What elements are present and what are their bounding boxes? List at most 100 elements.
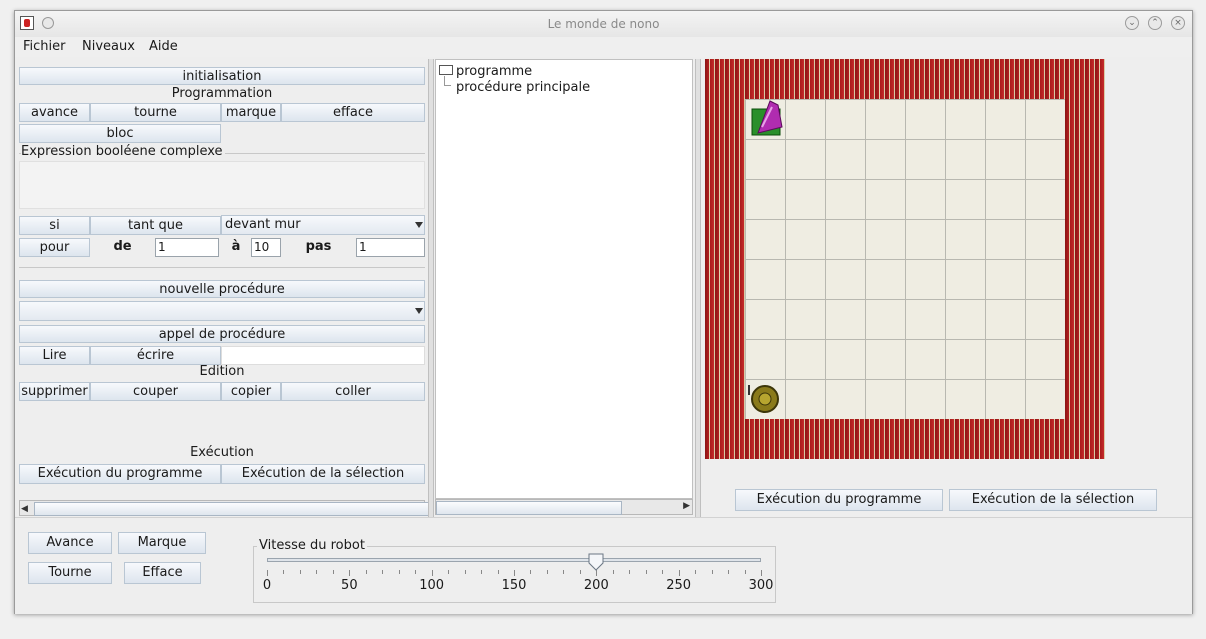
slider-tick — [299, 570, 301, 574]
scroll-left-icon[interactable]: ◀ — [21, 504, 28, 514]
window-title: Le monde de nono — [547, 17, 660, 31]
de-label: de — [113, 239, 132, 254]
a-label: à — [231, 239, 241, 254]
speed-slider[interactable]: 0 50 100 150 200 250 300 — [263, 553, 773, 600]
wall-right — [1065, 99, 1105, 419]
folder-icon — [439, 65, 453, 75]
close-icon[interactable]: × — [1171, 16, 1185, 30]
pour-button[interactable]: pour — [19, 238, 90, 257]
tree-child[interactable]: procédure principale — [456, 80, 590, 95]
scroll-thumb[interactable] — [34, 502, 429, 516]
slider-tick-label: 250 — [666, 578, 692, 593]
slider-tick — [464, 570, 466, 574]
bool-expr-label: Expression booléene complexe — [21, 144, 225, 159]
tree-hscroll[interactable]: ▶ — [435, 499, 693, 515]
wall-top — [705, 59, 1105, 99]
slider-tick — [761, 570, 762, 576]
execution-heading: Exécution — [190, 445, 254, 460]
slider-tick — [695, 570, 697, 574]
a-input[interactable]: 10 — [251, 238, 281, 257]
tree-root[interactable]: programme — [456, 64, 532, 79]
initialisation-button[interactable]: initialisation — [19, 67, 425, 85]
slider-tick — [382, 570, 384, 574]
slider-tick — [744, 570, 746, 574]
slider-tick — [267, 570, 268, 576]
slider-tick-label: 50 — [341, 578, 358, 593]
exec-selection-button[interactable]: Exécution de la sélection — [221, 464, 425, 484]
bloc-button[interactable]: bloc — [19, 124, 221, 143]
pas-label: pas — [305, 239, 332, 254]
splitter[interactable] — [428, 59, 434, 517]
slider-tick — [530, 570, 532, 574]
slider-tick — [728, 570, 730, 574]
efface-control-button[interactable]: Efface — [124, 562, 201, 584]
horizontal-scrollbar[interactable]: ◀ — [19, 500, 429, 516]
edition-heading: Edition — [199, 364, 245, 379]
slider-tick — [316, 570, 318, 574]
menu-fichier[interactable]: Fichier — [23, 39, 66, 54]
ecrire-input[interactable] — [221, 346, 425, 365]
slider-tick — [678, 570, 680, 576]
tant-que-button[interactable]: tant que — [90, 216, 221, 235]
slider-tick — [546, 570, 548, 574]
menu-aide[interactable]: Aide — [149, 39, 178, 54]
slider-tick-label: 300 — [748, 578, 774, 593]
wall-left — [705, 99, 745, 419]
couper-button[interactable]: couper — [90, 382, 221, 401]
slider-tick — [497, 570, 499, 574]
slider-thumb[interactable] — [588, 553, 604, 571]
slider-tick — [645, 570, 647, 574]
slider-tick — [629, 570, 631, 574]
slider-tick — [365, 570, 367, 574]
speed-label: Vitesse du robot — [257, 538, 367, 553]
slider-tick-label: 150 — [501, 578, 527, 593]
scroll-right-icon[interactable]: ▶ — [683, 501, 690, 511]
slider-tick-label: 200 — [583, 578, 609, 593]
slider-tick — [711, 570, 713, 574]
splitter[interactable] — [695, 59, 701, 517]
robot-icon — [751, 100, 783, 136]
programmation-heading: Programmation — [171, 86, 273, 101]
copier-button[interactable]: copier — [221, 382, 281, 401]
slider-tick-label: 0 — [262, 578, 272, 593]
robot-world — [705, 59, 1105, 459]
slider-tick — [431, 570, 433, 576]
de-input[interactable]: 1 — [155, 238, 219, 257]
world-exec-selection-button[interactable]: Exécution de la sélection — [949, 489, 1157, 511]
scroll-thumb[interactable] — [436, 501, 622, 515]
nouvelle-procedure-button[interactable]: nouvelle procédure — [19, 280, 425, 298]
slider-track — [267, 558, 761, 562]
slider-tick — [579, 570, 581, 574]
menu-niveaux[interactable]: Niveaux — [82, 39, 135, 54]
supprimer-button[interactable]: supprimer — [19, 382, 90, 401]
marque-control-button[interactable]: Marque — [118, 532, 206, 554]
procedure-select[interactable] — [19, 301, 425, 321]
efface-button[interactable]: efface — [281, 103, 425, 122]
coller-button[interactable]: coller — [281, 382, 425, 401]
minimize-icon[interactable]: ⌄ — [1125, 16, 1139, 30]
slider-tick — [612, 570, 614, 574]
slider-tick — [448, 570, 450, 574]
slider-tick-label: 100 — [419, 578, 445, 593]
exec-programme-button[interactable]: Exécution du programme — [19, 464, 221, 484]
program-tree: programme procédure principale — [435, 59, 693, 499]
maximize-icon[interactable]: ⌃ — [1148, 16, 1162, 30]
marque-button[interactable]: marque — [221, 103, 281, 122]
world-exec-programme-button[interactable]: Exécution du programme — [735, 489, 943, 511]
slider-tick — [332, 570, 334, 574]
condition-select-value: devant mur — [225, 217, 301, 232]
pas-input[interactable]: 1 — [356, 238, 425, 257]
chevron-down-icon — [415, 308, 423, 314]
avance-control-button[interactable]: Avance — [28, 532, 112, 554]
si-button[interactable]: si — [19, 216, 90, 235]
bool-expr-area[interactable] — [19, 161, 425, 209]
avance-button[interactable]: avance — [19, 103, 90, 122]
tourne-button[interactable]: tourne — [90, 103, 221, 122]
lire-button[interactable]: Lire — [19, 346, 90, 365]
condition-select[interactable]: devant mur — [221, 215, 425, 235]
slider-tick — [415, 570, 417, 574]
title-bar: Le monde de nono ⌄ ⌃ × — [15, 11, 1192, 38]
tourne-control-button[interactable]: Tourne — [28, 562, 112, 584]
ecrire-button[interactable]: écrire — [90, 346, 221, 365]
appel-procedure-button[interactable]: appel de procédure — [19, 325, 425, 343]
